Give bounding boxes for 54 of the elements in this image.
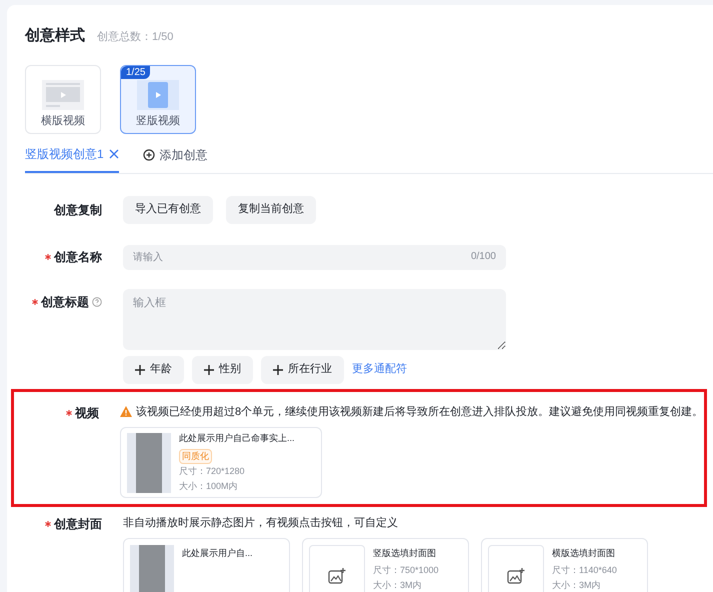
video-card[interactable]: 此处展示用户自己命事实上... 同质化 尺寸：720*1280 大小：100M内 (120, 427, 322, 498)
more-variables-link[interactable]: 更多通配符 (352, 361, 407, 378)
warning-text: 该视频已经使用超过8个单元，继续使用该视频新建后将导致所在创意进入排队投放。建议避免使用同视频重复创建。 (136, 404, 704, 420)
field-label: 创意封面 (54, 516, 102, 533)
quality-tag: 同质化 (179, 448, 212, 464)
add-image-icon (328, 568, 346, 584)
video-layout-icon (42, 80, 84, 110)
help-icon[interactable] (92, 296, 102, 306)
copy-button[interactable]: 复制当前创意 (226, 196, 316, 224)
style-label: 竖版视频 (136, 116, 180, 126)
cover-filesize: 大小：3M内 (552, 578, 602, 592)
insert-variable-button[interactable]: 所在行业 (261, 356, 344, 384)
video-size: 尺寸：720*1280 (179, 465, 246, 478)
tab[interactable]: 添加创意 (142, 146, 208, 172)
style-card[interactable]: 横版视频 (25, 64, 101, 134)
cover-title: 横版选填封面图 (552, 546, 616, 560)
field-label: 创意复制 (54, 202, 102, 218)
style-card[interactable]: 1/25 竖版视频 (120, 64, 196, 134)
cover-size: 尺寸：750*1000 (373, 564, 439, 577)
cover-size: 尺寸：1140*640 (552, 564, 617, 577)
upload-area[interactable] (309, 544, 365, 592)
cover-card[interactable]: 竖版选填封面图 尺寸：750*1000 大小：3M内 (302, 538, 469, 592)
plus-icon (273, 364, 283, 374)
cover-card[interactable]: 此处展示用户自... (123, 538, 290, 592)
close-icon[interactable] (108, 149, 119, 159)
cover-title: 竖版选填封面图 (373, 546, 437, 560)
plus-icon (204, 364, 214, 374)
section-title: 创意样式 (25, 26, 85, 46)
insert-variable-button[interactable]: 性别 (192, 356, 253, 384)
video-thumbnail-placeholder (127, 432, 171, 492)
count-badge: 1/25 (121, 66, 150, 78)
cover-hint: 非自动播放时展示静态图片，有视频点击按钮，可自定义 (123, 516, 399, 531)
video-layout-icon (137, 80, 179, 110)
copy-button[interactable]: 导入已有创意 (123, 196, 213, 224)
video-title: 此处展示用户自己命事实上... (179, 432, 295, 445)
warning-icon (120, 406, 132, 418)
insert-variable-button[interactable]: 年龄 (123, 356, 184, 384)
field-label: 创意标题 (41, 294, 89, 310)
cover-card[interactable]: 横版选填封面图 尺寸：1140*640 大小：3M内 (481, 538, 648, 592)
plus-icon (135, 364, 145, 374)
video-filesize: 大小：100M内 (179, 480, 239, 492)
style-label: 横版视频 (41, 116, 85, 126)
tab[interactable]: 竖版视频创意1 (25, 146, 119, 172)
add-image-icon (507, 568, 525, 584)
creative-count: 创意总数：1/50 (97, 30, 174, 45)
cover-filesize: 大小：3M内 (373, 578, 423, 592)
field-label: 创意名称 (54, 248, 102, 266)
cover-thumbnail-placeholder (130, 544, 174, 592)
character-counter: 0/100 (470, 250, 496, 263)
title-textarea[interactable]: 输入框 (123, 288, 506, 350)
plus-circle-icon (142, 149, 155, 161)
cover-title: 此处展示用户自... (182, 546, 253, 560)
field-label: 视频 (75, 404, 99, 422)
upload-area[interactable] (488, 544, 544, 592)
